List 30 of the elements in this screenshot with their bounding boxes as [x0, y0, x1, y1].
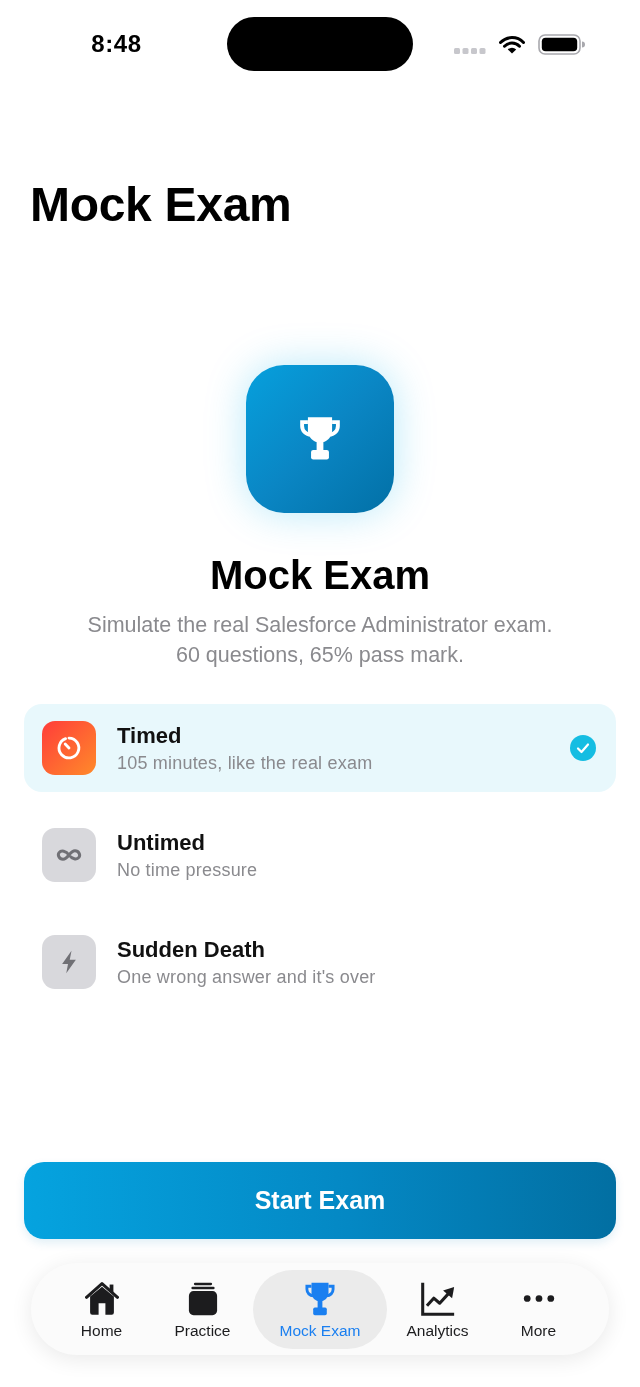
more-icon — [522, 1294, 555, 1303]
trophy-icon — [246, 365, 394, 513]
option-subtitle: 105 minutes, like the real exam — [117, 751, 373, 775]
exam-mode-option[interactable]: Untimed No time pressure — [24, 811, 616, 899]
checkmark-icon — [570, 735, 596, 761]
battery-icon — [538, 33, 585, 55]
page-title: Mock Exam — [30, 177, 292, 233]
tab-item[interactable]: Analytics — [387, 1270, 488, 1349]
exam-mode-option[interactable]: Sudden Death One wrong answer and it's over — [24, 918, 616, 1006]
description-text: Simulate the real Salesforce Administrator exam. 60 questions, 65% pass mark. — [86, 612, 554, 669]
wifi-icon — [499, 34, 525, 54]
lightning-icon — [42, 935, 96, 989]
start-exam-button[interactable]: Start Exam — [24, 1162, 616, 1239]
status-time: 8:48 — [91, 30, 142, 58]
hero-title: Mock Exam — [209, 552, 431, 599]
signal-icon — [454, 48, 486, 54]
tab-item[interactable]: Practice — [152, 1270, 253, 1349]
tab-item[interactable]: More — [488, 1270, 589, 1349]
option-title: Sudden Death — [117, 935, 265, 964]
timer-icon — [42, 721, 96, 775]
tab-item[interactable]: Home — [51, 1270, 152, 1349]
exam-mode-option[interactable]: Timed 105 minutes, like the real exam — [24, 704, 616, 792]
chart-icon — [420, 1282, 455, 1316]
option-subtitle: No time pressure — [117, 858, 258, 882]
option-title: Untimed — [117, 828, 205, 857]
trophy-icon — [303, 1282, 337, 1316]
home-icon — [84, 1282, 119, 1316]
option-title: Timed — [117, 721, 182, 750]
infinity-icon — [42, 828, 96, 882]
option-subtitle: One wrong answer and it's over — [117, 965, 376, 989]
